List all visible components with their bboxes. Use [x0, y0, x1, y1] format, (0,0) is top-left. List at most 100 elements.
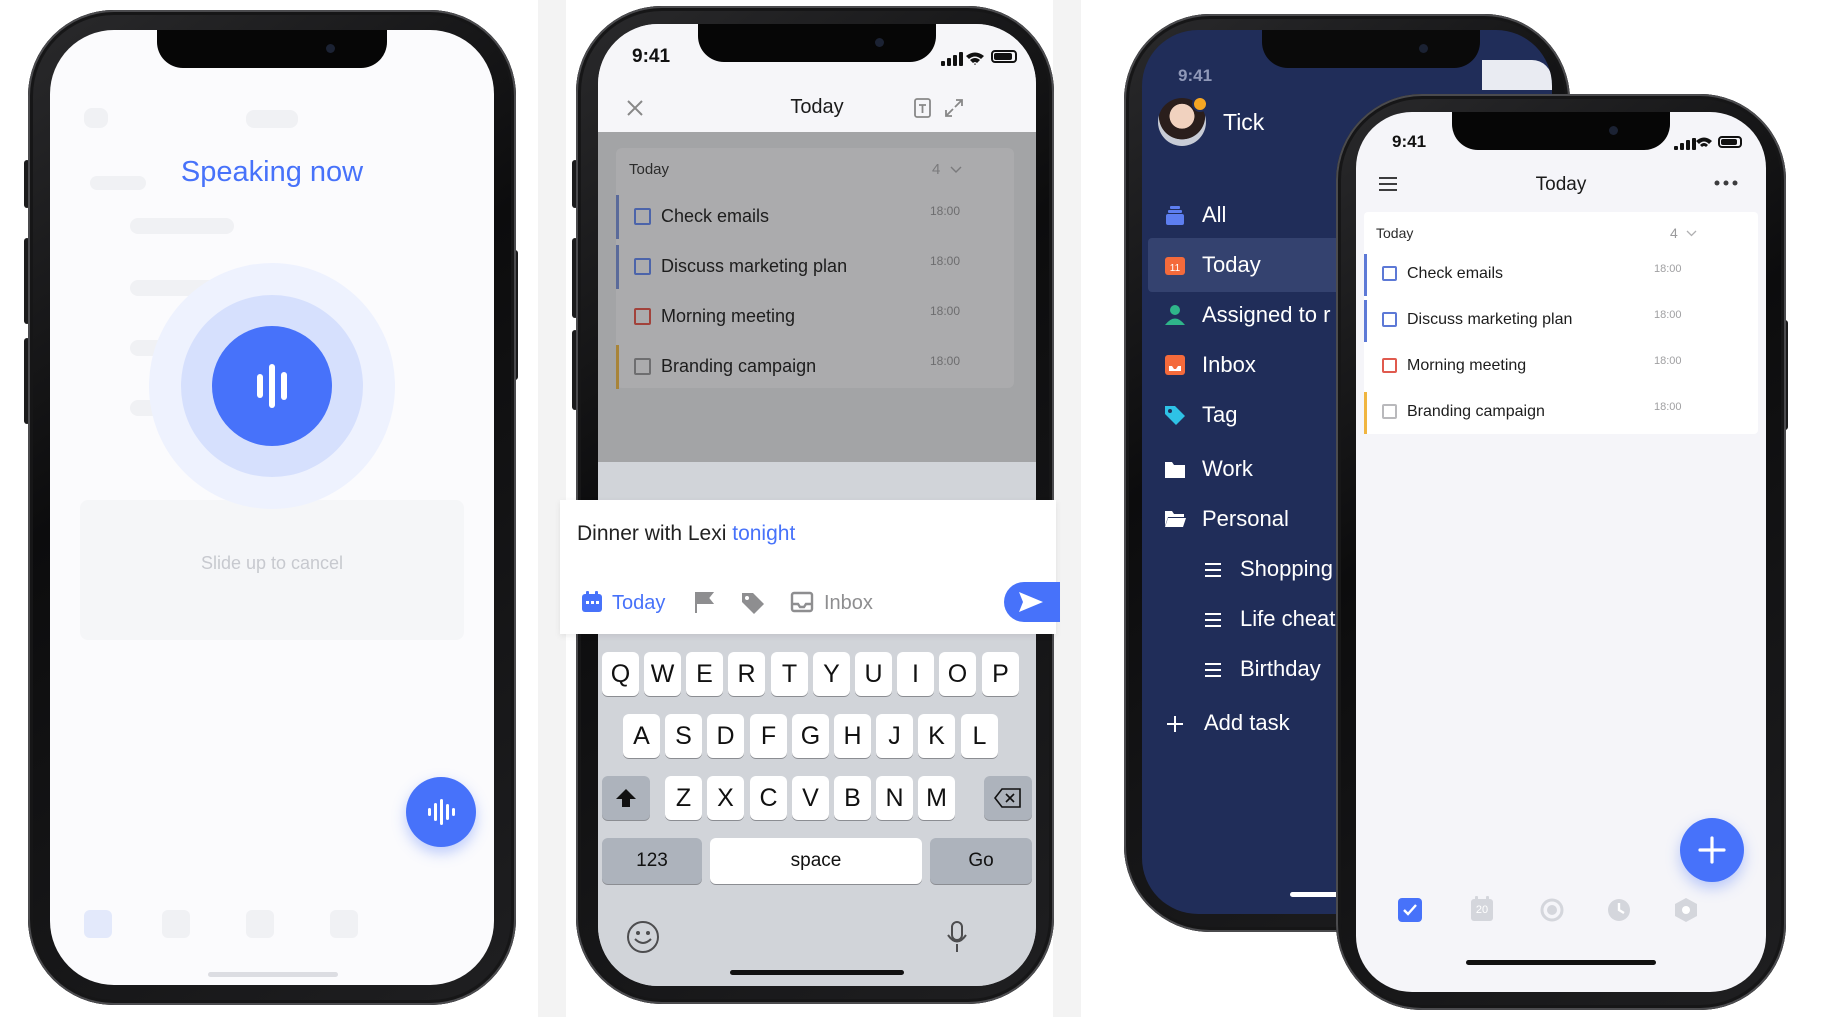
- list-button[interactable]: Inbox: [824, 592, 873, 615]
- composer-input[interactable]: Dinner with Lexi tonight: [577, 522, 795, 546]
- date-button[interactable]: Today: [612, 592, 665, 615]
- priority-bar: [616, 345, 619, 389]
- backspace-key[interactable]: [984, 776, 1032, 820]
- emoji-icon[interactable]: [626, 920, 660, 954]
- key-m[interactable]: M: [918, 776, 955, 820]
- task-row[interactable]: Discuss marketing plan 18:00: [616, 242, 1014, 292]
- timer-icon[interactable]: [1606, 897, 1632, 923]
- task-row[interactable]: Morning meeting 18:00: [616, 292, 1014, 342]
- key-b[interactable]: B: [834, 776, 871, 820]
- task-row[interactable]: Branding campaign 18:00: [1364, 390, 1758, 436]
- task-row[interactable]: Morning meeting 18:00: [1364, 344, 1758, 390]
- task-checkbox[interactable]: [634, 208, 651, 225]
- send-button[interactable]: [1004, 582, 1060, 622]
- key-i[interactable]: I: [897, 652, 934, 696]
- calendar-icon: 11: [1165, 257, 1185, 275]
- task-row[interactable]: Check emails 18:00: [616, 192, 1014, 242]
- task-checkbox[interactable]: [1382, 312, 1397, 327]
- key-z[interactable]: Z: [665, 776, 702, 820]
- signal-icon: [1674, 138, 1696, 150]
- tab-calendar[interactable]: 20: [1470, 896, 1494, 922]
- shift-key[interactable]: [602, 776, 650, 820]
- task-time: 18:00: [930, 304, 961, 318]
- calendar-icon[interactable]: [580, 590, 604, 614]
- key-u[interactable]: U: [855, 652, 892, 696]
- priority-bar: [1364, 392, 1367, 434]
- template-icon[interactable]: [913, 98, 933, 118]
- plus-icon: [1167, 716, 1183, 732]
- phone-frame: Speaking now Slide up to cancel: [28, 10, 516, 1005]
- flag-icon[interactable]: [692, 590, 716, 614]
- key-d[interactable]: D: [707, 714, 744, 758]
- inbox-icon[interactable]: [790, 591, 814, 613]
- tag-icon[interactable]: [740, 590, 766, 616]
- task-checkbox[interactable]: [1382, 266, 1397, 281]
- chevron-down-icon[interactable]: [1686, 230, 1697, 237]
- settings-icon[interactable]: [1673, 897, 1699, 923]
- key-f[interactable]: F: [750, 714, 787, 758]
- task-title: Discuss marketing plan: [661, 256, 848, 276]
- task-time: 18:00: [1654, 401, 1682, 413]
- microphone-icon[interactable]: [946, 920, 968, 954]
- key-s[interactable]: S: [665, 714, 702, 758]
- key-a[interactable]: A: [623, 714, 660, 758]
- key-y[interactable]: Y: [813, 652, 850, 696]
- more-icon[interactable]: [1714, 180, 1738, 186]
- plus-icon: [1698, 836, 1726, 864]
- key-p[interactable]: P: [982, 652, 1019, 696]
- key-q[interactable]: Q: [602, 652, 639, 696]
- notch: [157, 30, 387, 68]
- expand-icon[interactable]: [944, 98, 964, 118]
- key-v[interactable]: V: [792, 776, 829, 820]
- composer-text: Dinner with Lexi: [577, 522, 733, 545]
- task-time: 18:00: [930, 354, 961, 368]
- notch: [1452, 112, 1670, 150]
- key-t[interactable]: T: [771, 652, 808, 696]
- numbers-key[interactable]: 123: [602, 838, 702, 884]
- key-e[interactable]: E: [686, 652, 723, 696]
- key-n[interactable]: N: [876, 776, 913, 820]
- nav-label: All: [1202, 202, 1227, 227]
- key-r[interactable]: R: [728, 652, 765, 696]
- blurred-tab-icon: [84, 910, 112, 938]
- stack-icon: [1166, 206, 1184, 225]
- key-h[interactable]: H: [834, 714, 871, 758]
- blurred-tab-icon: [330, 910, 358, 938]
- add-task-fab[interactable]: [1680, 818, 1744, 882]
- go-key[interactable]: Go: [930, 838, 1032, 884]
- task-checkbox[interactable]: [634, 358, 651, 375]
- key-g[interactable]: G: [792, 714, 829, 758]
- section-title: Today: [629, 161, 670, 178]
- send-icon: [1019, 592, 1043, 612]
- task-card: Today 4 Check emails 18:00 Discuss marke…: [1364, 212, 1758, 434]
- task-title: Morning meeting: [1407, 357, 1527, 374]
- tab-tasks[interactable]: [1398, 898, 1422, 922]
- key-o[interactable]: O: [939, 652, 976, 696]
- key-c[interactable]: C: [750, 776, 787, 820]
- task-checkbox[interactable]: [634, 308, 651, 325]
- priority-bar: [1364, 300, 1367, 342]
- priority-bar: [616, 195, 619, 239]
- focus-icon[interactable]: [1539, 897, 1565, 923]
- nav-label: Today: [1202, 252, 1261, 277]
- voice-record-button[interactable]: [212, 326, 332, 446]
- phone-frame: 9:41 Today Today 4 Check emails 18:00 Di…: [1336, 94, 1786, 1010]
- voice-fab[interactable]: [406, 777, 476, 847]
- key-x[interactable]: X: [707, 776, 744, 820]
- section-title: Today: [1376, 225, 1414, 241]
- key-k[interactable]: K: [918, 714, 955, 758]
- task-title: Discuss marketing plan: [1407, 311, 1573, 328]
- task-row[interactable]: Branding campaign 18:00: [616, 342, 1014, 392]
- task-row[interactable]: Discuss marketing plan 18:00: [1364, 298, 1758, 344]
- key-w[interactable]: W: [644, 652, 681, 696]
- list-icon: [1205, 663, 1221, 677]
- key-l[interactable]: L: [961, 714, 998, 758]
- key-j[interactable]: J: [876, 714, 913, 758]
- task-checkbox[interactable]: [1382, 404, 1397, 419]
- task-row[interactable]: Check emails 18:00: [1364, 252, 1758, 298]
- space-key[interactable]: space: [710, 838, 922, 884]
- nav-label: Assigned to r: [1202, 302, 1331, 327]
- task-checkbox[interactable]: [1382, 358, 1397, 373]
- chevron-down-icon[interactable]: [950, 166, 962, 174]
- task-checkbox[interactable]: [634, 258, 651, 275]
